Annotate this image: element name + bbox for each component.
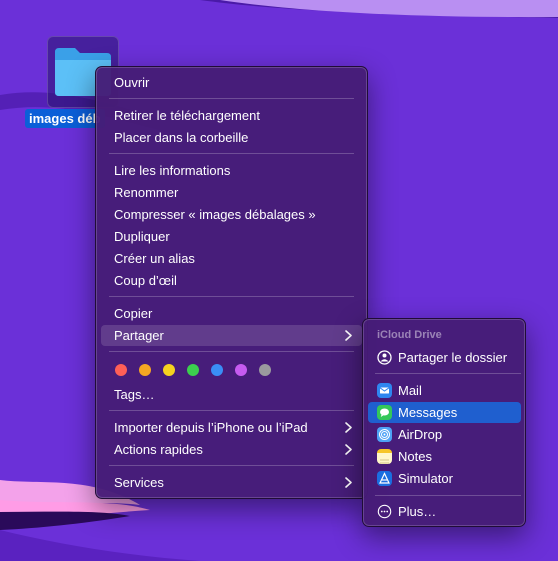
menu-item-make-alias[interactable]: Créer un alias — [101, 248, 362, 269]
share-item-simulator[interactable]: Simulator — [368, 468, 521, 489]
menu-item-tags[interactable]: Tags… — [101, 384, 362, 405]
menu-separator — [109, 410, 354, 411]
menu-separator — [109, 153, 354, 154]
menu-item-open[interactable]: Ouvrir — [101, 72, 362, 93]
menu-item-rename[interactable]: Renommer — [101, 182, 362, 203]
menu-item-quick-actions[interactable]: Actions rapides — [101, 439, 362, 460]
share-item-more[interactable]: Plus… — [368, 501, 521, 522]
menu-separator — [375, 373, 521, 374]
menu-separator — [109, 465, 354, 466]
menu-separator — [109, 296, 354, 297]
menu-item-quick-look[interactable]: Coup d’œil — [101, 270, 362, 291]
menu-item-services-label: Services — [114, 475, 164, 490]
context-menu: Ouvrir Retirer le téléchargement Placer … — [95, 66, 368, 499]
menu-item-compress[interactable]: Compresser « images débalages » — [101, 204, 362, 225]
submenu-item-share-folder[interactable]: Partager le dossier — [368, 347, 521, 368]
tag-color-dot[interactable] — [235, 364, 247, 376]
menu-item-services[interactable]: Services — [101, 472, 362, 493]
share-item-notes[interactable]: Notes — [368, 446, 521, 467]
mail-icon — [377, 383, 392, 398]
menu-item-share-label: Partager — [114, 328, 164, 343]
chevron-right-icon — [345, 422, 352, 433]
airdrop-icon — [377, 427, 392, 442]
menu-item-share[interactable]: Partager — [101, 325, 362, 346]
chevron-right-icon — [345, 330, 352, 341]
folder-name-label[interactable]: images déb — [25, 109, 105, 128]
share-item-notes-label: Notes — [398, 449, 432, 464]
messages-icon — [377, 405, 392, 420]
share-item-airdrop[interactable]: AirDrop — [368, 424, 521, 445]
tag-color-dot[interactable] — [211, 364, 223, 376]
share-item-mail-label: Mail — [398, 383, 422, 398]
menu-item-move-to-trash[interactable]: Placer dans la corbeille — [101, 127, 362, 148]
share-submenu: iCloud Drive Partager le dossier Mail Me… — [362, 318, 526, 527]
chevron-right-icon — [345, 477, 352, 488]
submenu-header: iCloud Drive — [377, 329, 442, 341]
chevron-right-icon — [345, 444, 352, 455]
more-icon — [377, 504, 392, 519]
tag-color-dot[interactable] — [163, 364, 175, 376]
menu-separator — [375, 495, 521, 496]
share-folder-icon — [377, 350, 392, 365]
menu-separator — [109, 98, 354, 99]
tag-color-dot[interactable] — [139, 364, 151, 376]
share-item-mail[interactable]: Mail — [368, 380, 521, 401]
menu-item-import-iphone[interactable]: Importer depuis l’iPhone ou l’iPad — [101, 417, 362, 438]
tag-color-dot[interactable] — [187, 364, 199, 376]
tag-color-dot[interactable] — [115, 364, 127, 376]
menu-item-copy[interactable]: Copier — [101, 303, 362, 324]
menu-item-remove-download[interactable]: Retirer le téléchargement — [101, 105, 362, 126]
share-item-messages-label: Messages — [398, 405, 458, 420]
simulator-icon — [377, 471, 392, 486]
share-item-more-label: Plus… — [398, 504, 437, 519]
tag-color-dot[interactable] — [259, 364, 271, 376]
submenu-item-share-folder-label: Partager le dossier — [398, 350, 508, 365]
menu-item-duplicate[interactable]: Dupliquer — [101, 226, 362, 247]
share-item-airdrop-label: AirDrop — [398, 427, 443, 442]
menu-item-import-iphone-label: Importer depuis l’iPhone ou l’iPad — [114, 420, 308, 435]
share-item-simulator-label: Simulator — [398, 471, 453, 486]
menu-separator — [109, 351, 354, 352]
menu-item-get-info[interactable]: Lire les informations — [101, 160, 362, 181]
menu-item-quick-actions-label: Actions rapides — [114, 442, 203, 457]
share-item-messages[interactable]: Messages — [368, 402, 521, 423]
notes-icon — [377, 449, 392, 464]
